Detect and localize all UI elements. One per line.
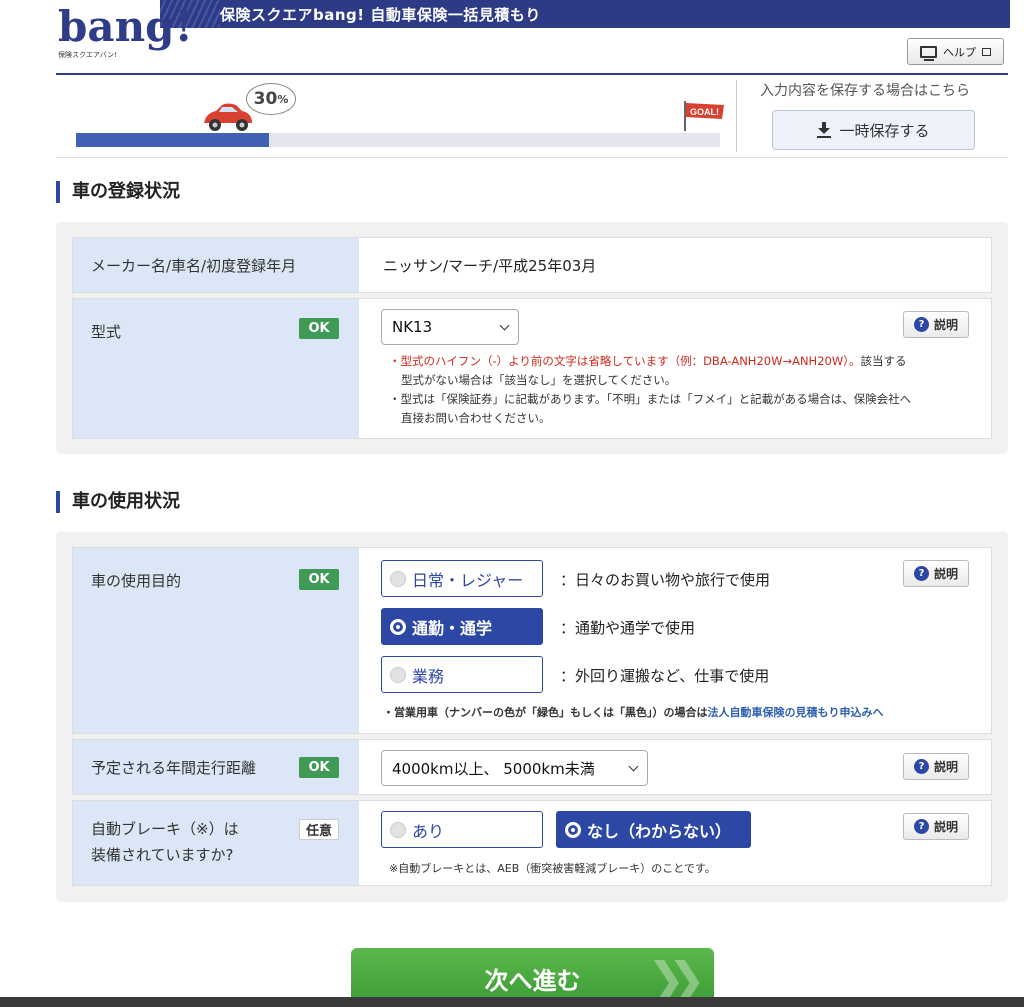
section-title-registration: 車の登録状況 (56, 181, 180, 203)
note-text: ・営業用車（ナンバーの色が「緑色」もしくは「黒色」）の場合は (383, 706, 708, 719)
goal-label: GOAL! (690, 107, 719, 117)
section-title-usage: 車の使用状況 (56, 491, 180, 513)
note-line4: 直接お問い合わせください。 (401, 411, 551, 425)
vertical-divider (736, 80, 737, 152)
logo-subtext: 保険スクエアバン! (58, 51, 117, 59)
mileage-value: 4000km以上、 5000km未満 (392, 759, 595, 778)
row-label-brake: 自動ブレーキ（※）は 装備されていますか? (73, 801, 359, 885)
radio-dot (565, 821, 581, 838)
status-badge-ok: OK (299, 757, 339, 778)
help-button[interactable]: ヘルプ (907, 38, 1004, 65)
monitor-icon (920, 45, 937, 61)
temp-save-label: 一時保存する (839, 121, 930, 140)
radio-dot (390, 618, 406, 635)
row-maker-model: メーカー名/車名/初度登録年月 ニッサン/マーチ/平成25年03月 (72, 237, 992, 293)
site-title: 保険スクエアbang! 自動車保険一括見積もり (220, 6, 541, 24)
purpose-label: 車の使用目的 (91, 572, 182, 590)
corporate-insurance-link[interactable]: 法人自動車保険の見積もり申込みへ (708, 706, 884, 719)
model-code-select[interactable]: NK13 (381, 309, 519, 345)
question-icon: ? (913, 819, 929, 834)
registration-panel: メーカー名/車名/初度登録年月 ニッサン/マーチ/平成25年03月 型式 OK … (56, 222, 1008, 454)
question-icon: ? (913, 317, 929, 332)
logo-text: bang! (58, 2, 193, 51)
radio-label: あり (412, 821, 445, 841)
chevron-down-icon (499, 320, 510, 330)
explain-button-model[interactable]: ? 説明 (903, 311, 969, 338)
progress-divider (56, 157, 1008, 158)
save-prompt: 入力内容を保存する場合はこちら (760, 83, 970, 99)
explain-label: 説明 (933, 318, 958, 332)
goal-flag-icon: GOAL! (684, 101, 724, 131)
progress-bubble: 30% (246, 83, 296, 115)
radio-label: 通勤・通学 (412, 618, 493, 638)
usage-panel: 車の使用目的 OK ? 説明 日常・レジャー ：日々のお買い物や旅行で使用 通勤・… (56, 532, 1008, 902)
radio-brake-no[interactable]: なし（わからない） (556, 811, 751, 848)
row-purpose: 車の使用目的 OK ? 説明 日常・レジャー ：日々のお買い物や旅行で使用 通勤・… (72, 547, 992, 734)
model-code-value: NK13 (392, 318, 433, 336)
question-icon: ? (913, 759, 929, 774)
radio-desc: ：通勤や通学で使用 (560, 619, 696, 637)
question-icon: ? (913, 566, 929, 581)
car-icon (204, 103, 252, 131)
progress-bar (76, 133, 720, 147)
radio-leisure[interactable]: 日常・レジャー (381, 560, 543, 597)
note-line3: ・型式は「保険証券」に記載があります。「不明」または「フメイ」と記載がある場合は… (389, 392, 912, 406)
radio-dot (390, 821, 406, 838)
new-window-icon (982, 47, 991, 56)
progress-percent: 30 (253, 89, 278, 109)
note-rest: 該当する (860, 354, 907, 368)
note-red: ・型式のハイフン（-）より前の文字は省略しています（例：DBA-ANH20W→A… (389, 354, 861, 368)
site-header-band: 保険スクエアbang! 自動車保険一括見積もり (160, 0, 1010, 28)
chevron-down-icon (628, 761, 639, 771)
explain-button-purpose[interactable]: ? 説明 (903, 560, 969, 587)
mileage-select[interactable]: 4000km以上、 5000km未満 (381, 750, 648, 786)
row-model-code: 型式 OK NK13 ? 説明 ・型式のハイフン（-）より前の文字は省略しています… (72, 298, 992, 439)
download-icon (817, 122, 832, 138)
explain-label: 説明 (933, 567, 958, 581)
radio-commute[interactable]: 通勤・通学 (381, 608, 543, 645)
status-badge-optional: 任意 (299, 819, 339, 840)
row-mileage: 予定される年間走行距離 OK 4000km以上、 5000km未満 ? 説明 (72, 739, 992, 795)
row-auto-brake: 自動ブレーキ（※）は 装備されていますか? 任意 あり なし（わからない） ? 説… (72, 800, 992, 886)
status-badge-ok: OK (299, 569, 339, 590)
progress-unit: % (277, 92, 289, 106)
radio-desc: ：日々のお買い物や旅行で使用 (560, 571, 771, 589)
radio-label: 業務 (412, 666, 445, 686)
mileage-label: 予定される年間走行距離 (91, 759, 257, 777)
brake-label-line2: 装備されていますか? (91, 846, 234, 864)
progress-indicator: 30% GOAL! (56, 75, 736, 155)
explain-label: 説明 (933, 760, 958, 774)
model-code-label: 型式 (91, 323, 122, 341)
bang-logo[interactable]: bang! 保険スクエアバン! (56, 2, 193, 64)
radio-dot (390, 666, 406, 683)
radio-brake-yes[interactable]: あり (381, 811, 543, 848)
temp-save-button[interactable]: 一時保存する (772, 110, 975, 150)
progress-bar-fill (76, 133, 270, 147)
next-label: 次へ進む (484, 966, 581, 995)
brake-note: ※自動ブレーキとは、AEB（衝突被害軽減ブレーキ）のことです。 (389, 862, 716, 875)
maker-model-value: ニッサン/マーチ/平成25年03月 (383, 257, 597, 275)
help-label: ヘルプ (943, 45, 976, 59)
radio-business[interactable]: 業務 (381, 656, 543, 693)
row-label-maker: メーカー名/車名/初度登録年月 (73, 238, 359, 292)
radio-desc: ：外回り運搬など、仕事で使用 (560, 667, 770, 685)
bottom-background (0, 997, 1024, 1007)
status-badge-ok: OK (299, 318, 339, 339)
commercial-vehicle-note: ・営業用車（ナンバーの色が「緑色」もしくは「黒色」）の場合は法人自動車保険の見積… (383, 703, 884, 722)
explain-label: 説明 (933, 820, 958, 834)
radio-label: なし（わからない） (587, 821, 732, 841)
explain-button-mileage[interactable]: ? 説明 (903, 753, 969, 780)
radio-dot (390, 570, 406, 587)
note-line2: 型式がない場合は「該当なし」を選択してください。 (401, 373, 677, 387)
radio-label: 日常・レジャー (412, 570, 524, 590)
model-code-notes: ・型式のハイフン（-）より前の文字は省略しています（例：DBA-ANH20W→A… (389, 352, 911, 428)
explain-button-brake[interactable]: ? 説明 (903, 813, 969, 840)
